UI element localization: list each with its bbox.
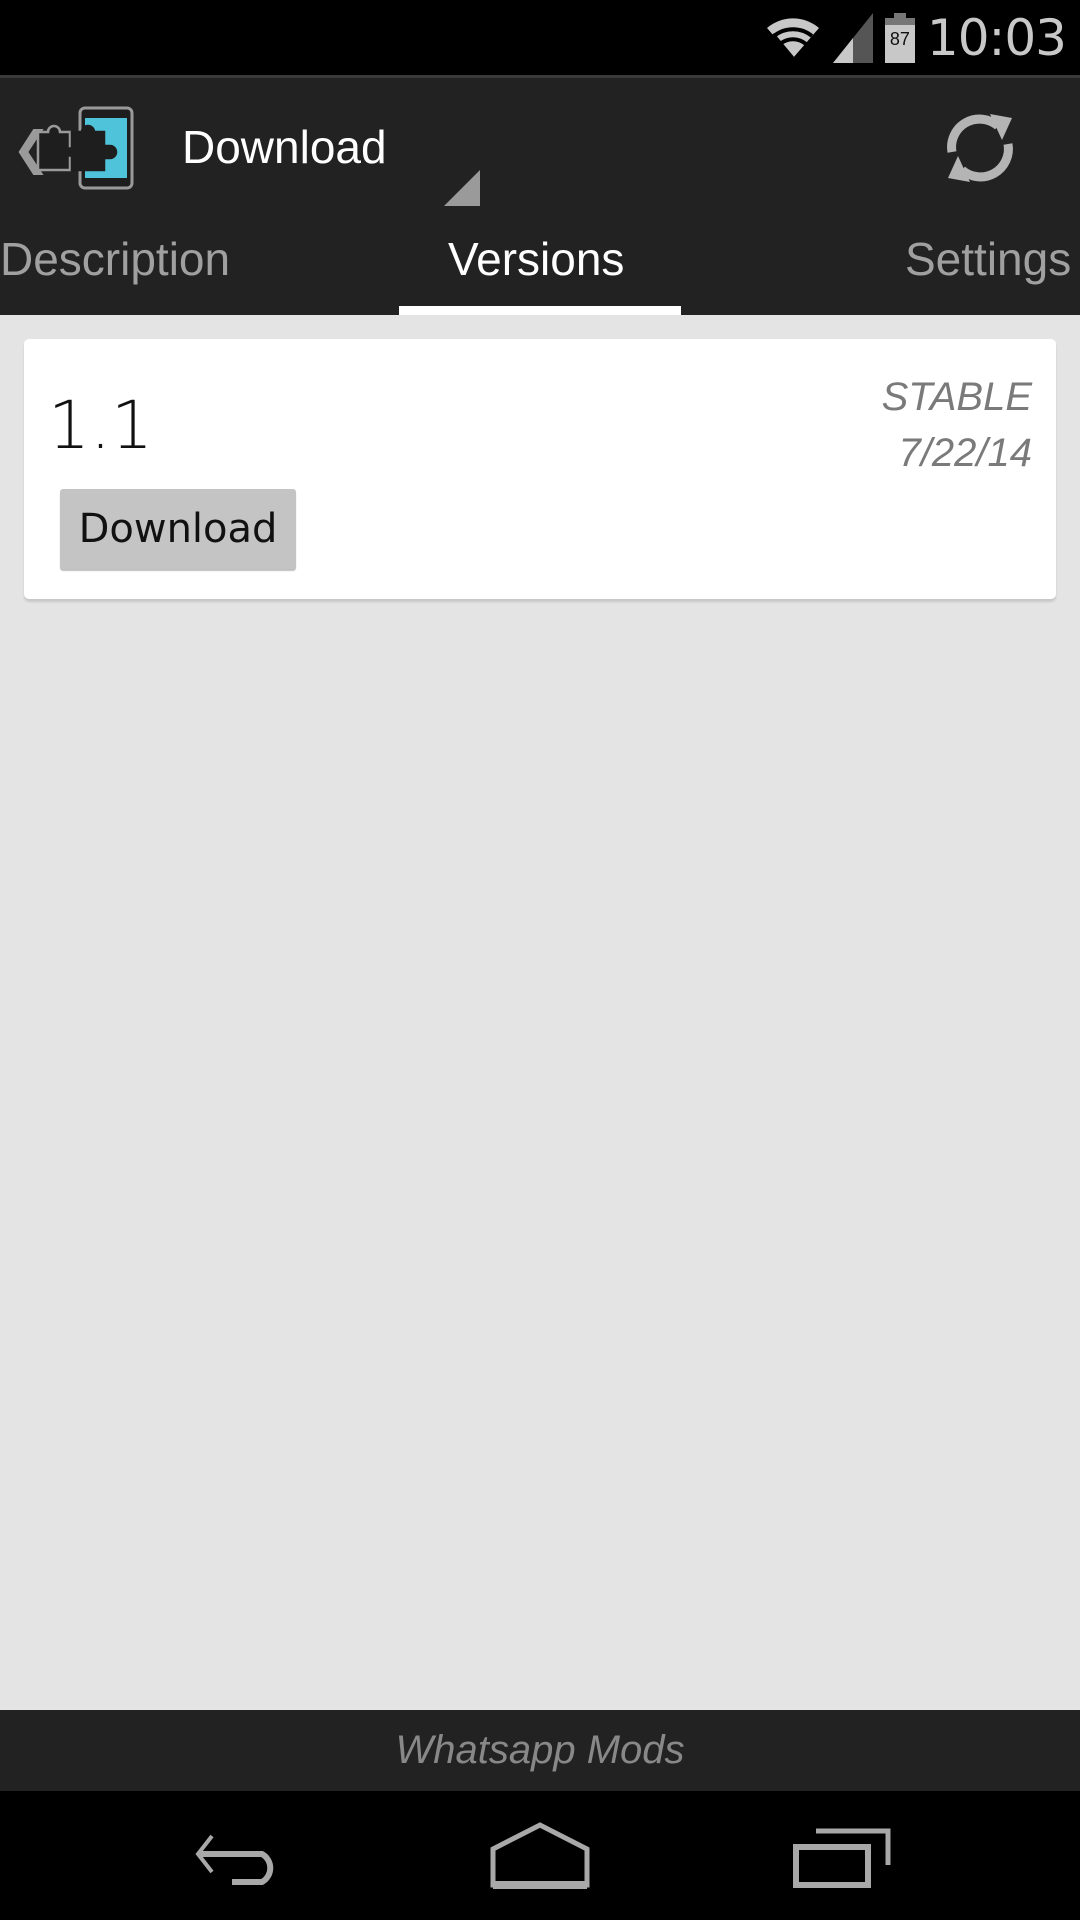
refresh-icon — [947, 114, 1013, 182]
dropdown-triangle-icon — [444, 170, 480, 206]
title-spinner[interactable]: Download — [170, 78, 490, 212]
battery-level: 87 — [889, 28, 910, 49]
release-date: 7/22/14 — [898, 431, 1032, 475]
cell-signal-icon — [832, 12, 873, 63]
tab-description[interactable]: Description — [0, 232, 230, 286]
version-card: 1.1 Download STABLE 7/22/14 — [24, 339, 1056, 599]
module-footer: Whatsapp Mods — [0, 1710, 1080, 1791]
recents-icon — [793, 1828, 891, 1888]
battery-icon: 87 — [884, 12, 915, 63]
navigation-bar — [0, 1791, 1080, 1920]
version-number: 1.1 — [48, 387, 153, 464]
up-navigation[interactable]: ❮ — [0, 78, 140, 212]
tab-bar: Description Versions Settings — [0, 212, 1080, 315]
home-button[interactable] — [470, 1811, 610, 1901]
version-meta: STABLE 7/22/14 — [882, 369, 1032, 481]
download-button[interactable]: Download — [60, 489, 296, 569]
back-icon — [195, 1834, 274, 1885]
app-icon — [36, 106, 134, 190]
back-button[interactable] — [170, 1811, 310, 1901]
wifi-icon — [766, 17, 819, 59]
refresh-button[interactable] — [940, 108, 1020, 188]
tab-indicator — [399, 306, 681, 315]
status-bar: 87 10:03 — [0, 0, 1080, 75]
release-channel: STABLE — [881, 375, 1032, 419]
action-bar-title: Download — [182, 121, 387, 173]
recents-button[interactable] — [775, 1811, 915, 1901]
module-name: Whatsapp Mods — [395, 1728, 685, 1772]
tab-settings[interactable]: Settings — [905, 232, 1071, 286]
clock: 10:03 — [926, 8, 1067, 67]
action-bar: ❮ Download — [0, 75, 1080, 212]
tab-versions[interactable]: Versions — [448, 232, 624, 286]
status-icons: 87 10:03 — [765, 0, 1067, 75]
home-icon — [490, 1822, 590, 1889]
